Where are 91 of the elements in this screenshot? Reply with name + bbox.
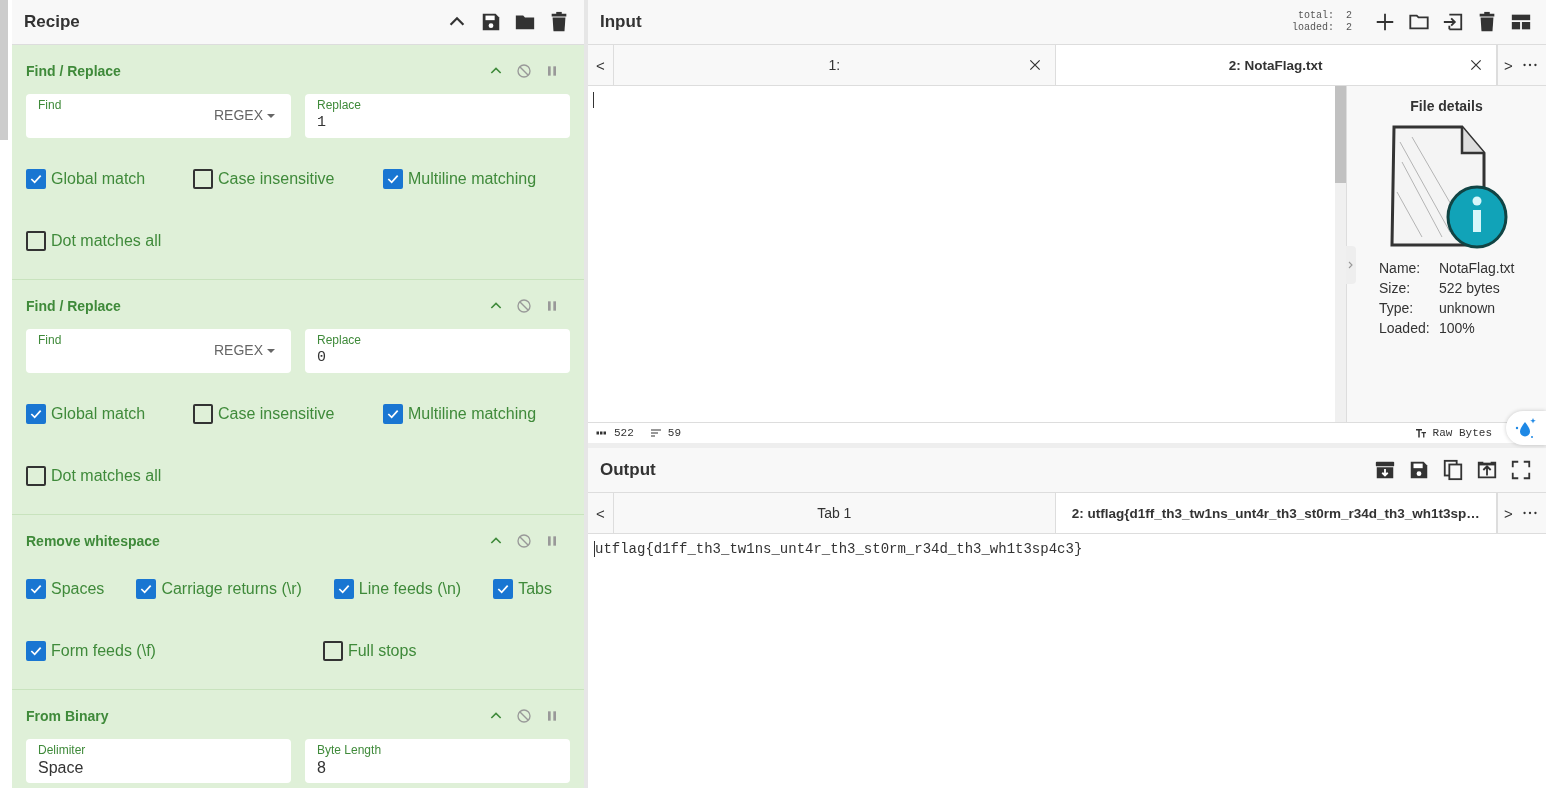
chevron-right-icon: [1346, 259, 1355, 271]
save-icon[interactable]: [480, 11, 502, 33]
operation-title: Find / Replace: [26, 62, 121, 79]
field-label: Byte Length: [317, 743, 383, 757]
dropdown-toggle[interactable]: REGEX: [214, 342, 275, 358]
panel-toggle-handle[interactable]: [1346, 246, 1356, 284]
scrollbar[interactable]: [0, 0, 8, 140]
panel-title: Output: [600, 460, 656, 480]
checkbox-option[interactable]: Multiline matching: [383, 169, 537, 189]
disable-icon[interactable]: [516, 707, 532, 724]
dropdown-field[interactable]: Find REGEX: [26, 329, 291, 373]
checkbox-option[interactable]: Dot matches all: [26, 231, 162, 251]
detail-value: unknown: [1439, 300, 1497, 316]
field-value: 8: [317, 759, 327, 777]
tab[interactable]: Tab 1: [614, 493, 1056, 533]
checkbox-option[interactable]: Global match: [26, 169, 146, 189]
checkbox-option[interactable]: Full stops: [322, 641, 417, 661]
lines-icon: [649, 427, 662, 439]
disable-icon[interactable]: [516, 532, 532, 549]
loaded-label: loaded:: [1291, 22, 1334, 34]
field-value: 1: [317, 114, 327, 131]
checkbox-option[interactable]: Global match: [26, 404, 146, 424]
save-to-file-icon[interactable]: [1374, 459, 1396, 481]
checkbox-option[interactable]: Form feeds (\f): [26, 641, 156, 661]
droplet-sparkle-icon: [1514, 416, 1538, 440]
field-value: 0: [317, 349, 327, 366]
detail-label: Size:: [1379, 280, 1412, 296]
tab[interactable]: 1:: [614, 45, 1056, 85]
detail-value: 100%: [1439, 320, 1476, 336]
select-field[interactable]: Delimiter Space: [26, 739, 291, 783]
operation-title: Remove whitespace: [26, 532, 160, 549]
resize-handle[interactable]: [588, 443, 1546, 448]
panel-title: Recipe: [24, 12, 80, 32]
number-field[interactable]: Byte Length 8: [305, 739, 570, 783]
line-count: 59: [667, 427, 681, 439]
copy-icon[interactable]: [1442, 459, 1464, 481]
checkbox-option[interactable]: Multiline matching: [383, 404, 537, 424]
detail-label: Name:: [1379, 260, 1422, 276]
field-value: Space: [38, 759, 85, 777]
magic-button[interactable]: [1506, 411, 1546, 445]
fullscreen-icon[interactable]: [1510, 459, 1532, 481]
font-size-icon: [1414, 427, 1427, 439]
close-icon[interactable]: [1468, 57, 1484, 73]
dropdown-toggle[interactable]: REGEX: [214, 107, 275, 123]
detail-value: 522 bytes: [1439, 280, 1501, 296]
detail-label: Loaded:: [1379, 320, 1431, 336]
dropdown-field[interactable]: Find REGEX: [26, 94, 291, 138]
detail-label: Type:: [1379, 300, 1415, 316]
disable-icon[interactable]: [516, 297, 532, 314]
loaded-count: 2: [1346, 22, 1352, 34]
checkbox-option[interactable]: Case insensitive: [193, 404, 335, 424]
checkbox-option[interactable]: Line feeds (\n): [333, 579, 462, 599]
operation-title: From Binary: [26, 707, 109, 724]
checkbox-option[interactable]: Case insensitive: [193, 169, 335, 189]
field-label: Replace: [317, 333, 363, 347]
text-cursor: [593, 92, 594, 108]
field-label: Delimiter: [38, 743, 87, 757]
tab-label: 1:: [828, 57, 841, 73]
total-count: 2: [1346, 10, 1352, 22]
checkbox-option[interactable]: Tabs: [493, 579, 552, 599]
disable-icon[interactable]: [516, 62, 532, 79]
more-icon: [1523, 511, 1537, 515]
save-icon[interactable]: [1408, 459, 1430, 481]
encoding-button[interactable]: Raw Bytes: [1414, 427, 1492, 439]
replace-input-icon[interactable]: [1476, 459, 1498, 481]
previous-tab-button[interactable]: <: [588, 493, 614, 533]
tab-label: 2: utflag{d1ff_th3_tw1ns_unt4r_th3_st0rm_r34d_th3_wh1t3sp…: [1071, 505, 1480, 521]
field-label: Find: [38, 333, 63, 347]
checkbox-option[interactable]: Dot matches all: [26, 466, 162, 486]
operation-title: Find / Replace: [26, 297, 121, 314]
tab-label: Tab 1: [817, 505, 852, 521]
detail-value: NotaFlag.txt: [1439, 260, 1515, 276]
input-field[interactable]: Replace 0: [305, 329, 570, 373]
field-label: Find: [38, 98, 63, 112]
next-tab-button[interactable]: >: [1497, 493, 1519, 533]
scrollbar-thumb[interactable]: [1335, 86, 1346, 183]
more-icon: [1523, 63, 1537, 67]
file-details-title: File details: [1410, 98, 1483, 114]
total-label: total:: [1297, 10, 1334, 22]
import-icon[interactable]: [1442, 11, 1464, 33]
checkbox-option[interactable]: Carriage returns (\r): [136, 579, 302, 599]
tab-label: 2: NotaFlag.txt: [1228, 57, 1323, 73]
character-count: 522: [614, 427, 634, 439]
previous-tab-button[interactable]: <: [588, 45, 614, 85]
input-field[interactable]: Replace 1: [305, 94, 570, 138]
field-label: Replace: [317, 98, 363, 112]
output-text: utflag{d1ff_th3_tw1ns_unt4r_th3_st0rm_r34d_th3_wh1t3sp4c3}: [594, 541, 1083, 557]
next-tab-button[interactable]: >: [1497, 45, 1519, 85]
checkbox-option[interactable]: Spaces: [26, 579, 105, 599]
add-icon[interactable]: [1374, 11, 1396, 33]
panel-title: Input: [600, 12, 642, 32]
